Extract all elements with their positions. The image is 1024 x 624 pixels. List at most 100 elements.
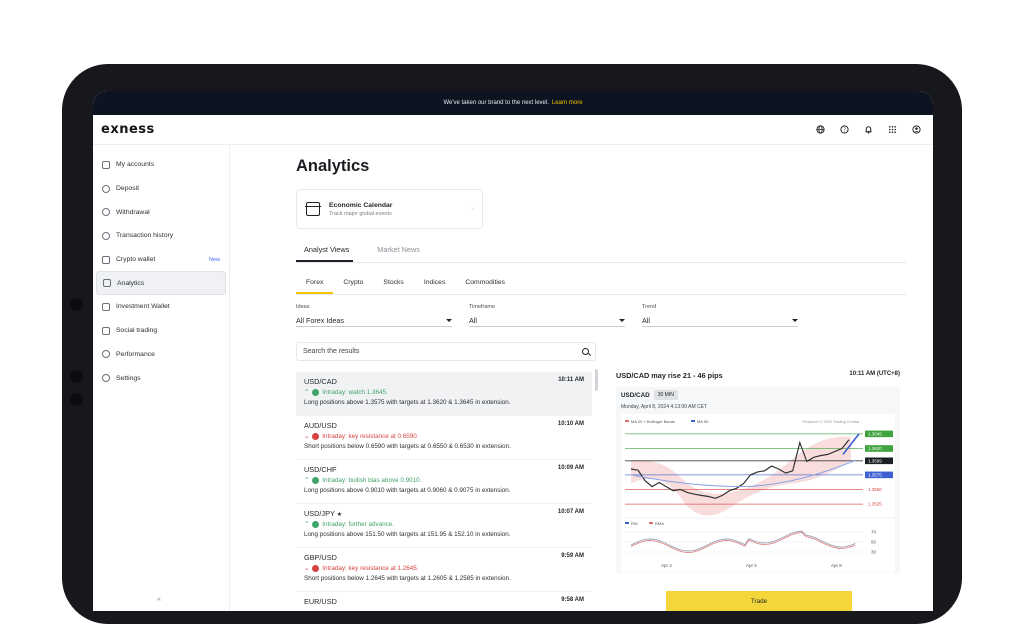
analytics-icon	[103, 279, 111, 288]
interval-badge: 30 MIN	[653, 390, 678, 400]
chevron-down-icon: ⌄	[304, 433, 310, 440]
idea-row[interactable]: USD/CHF 10:09 AM ⌃ Intraday: bullish bias a…	[296, 460, 592, 504]
withdrawal-icon	[102, 208, 110, 217]
subtab-stocks[interactable]: Stocks	[373, 275, 413, 294]
level-label: 1.3599	[868, 458, 882, 463]
legend-swatch	[625, 522, 629, 524]
sidebar-item-label: Performance	[116, 350, 155, 358]
globe-icon[interactable]	[816, 125, 825, 134]
sidebar-item-my-accounts[interactable]: My accounts	[93, 153, 229, 177]
collapse-sidebar-button[interactable]: «	[157, 596, 161, 603]
brand-logo[interactable]: exness	[101, 122, 155, 137]
accounts-icon	[102, 160, 110, 169]
subtab-forex[interactable]: Forex	[296, 275, 334, 294]
sidebar-item-deposit[interactable]: Deposit	[93, 177, 229, 201]
subtab-commodities[interactable]: Commodities	[455, 275, 515, 294]
page-title: Analytics	[296, 157, 370, 175]
tab-market-news[interactable]: Market News	[369, 241, 424, 262]
sidebar-item-investment-wallet[interactable]: Investment Wallet	[93, 295, 229, 319]
sidebar-item-withdrawal[interactable]: Withdrawal	[93, 200, 229, 224]
filter-value: All Forex Ideas	[296, 316, 344, 325]
idea-headline-line: ⌃ Intraday: watch 1.3645.	[304, 389, 584, 396]
idea-row[interactable]: USD/JPY ★ 10:07 AM ⌃ Intraday: further adva…	[296, 504, 592, 548]
idea-row[interactable]: EUR/USD 9:58 AM	[296, 592, 592, 611]
trade-button[interactable]: Trade	[666, 591, 852, 611]
idea-time: 9:58 AM	[561, 597, 584, 603]
idea-time: 10:11 AM	[558, 377, 584, 383]
detail-title: USD/CAD may rise 21 - 46 pips	[616, 371, 723, 380]
performance-icon	[102, 350, 110, 359]
sidebar-item-settings[interactable]: Settings	[93, 366, 229, 390]
idea-row[interactable]: GBP/USD 9:59 AM ⌄ Intraday: key resistance …	[296, 548, 592, 592]
idea-row[interactable]: AUD/USD 10:10 AM ⌄ Intraday: key resistance…	[296, 416, 592, 460]
top-bar: exness ?	[93, 115, 933, 145]
chevron-right-icon: ›	[471, 205, 474, 213]
screen: We've taken our brand to the next level.…	[93, 91, 933, 611]
chevron-down-icon	[446, 319, 452, 322]
star-icon[interactable]: ★	[337, 512, 342, 518]
sidebar-item-performance[interactable]: Performance	[93, 343, 229, 367]
investment-icon	[102, 302, 110, 311]
wallet-icon	[102, 255, 110, 264]
deposit-icon	[102, 184, 110, 193]
sidebar-item-label: Withdrawal	[116, 208, 150, 216]
help-icon[interactable]: ?	[840, 125, 849, 134]
chart-credit: Research © 2024 Trading Central	[802, 420, 859, 424]
filter-select[interactable]: All	[642, 315, 798, 327]
idea-time: 9:59 AM	[561, 553, 584, 559]
social-icon	[102, 326, 110, 335]
filter-select[interactable]: All Forex Ideas	[296, 315, 452, 327]
level-label: 1.3575	[868, 472, 882, 477]
banner-link[interactable]: Learn more	[552, 100, 583, 106]
sidebar-item-label: Deposit	[116, 185, 140, 193]
idea-time: 10:09 AM	[557, 465, 584, 471]
filter-trend: Trend All	[642, 304, 815, 327]
search-input[interactable]: Search the results	[296, 342, 596, 361]
level-label: 1.3645	[868, 431, 882, 436]
sidebar-item-crypto-wallet[interactable]: Crypto wallet New	[93, 248, 229, 272]
bell-icon[interactable]	[864, 125, 873, 134]
sidebar-item-label: Investment Wallet	[116, 303, 170, 311]
idea-headline-line: ⌃ Intraday: bullish bias above 0.9010.	[304, 477, 584, 484]
settings-icon	[102, 374, 110, 383]
bullish-icon	[312, 521, 320, 528]
idea-description: Long positions above 0.9010 with targets…	[304, 487, 511, 494]
tab-analyst-views[interactable]: Analyst Views	[296, 241, 354, 262]
sidebar-item-label: My accounts	[116, 161, 155, 169]
idea-headline-line: ⌄ Intraday: key resistance at 0.6590.	[304, 433, 584, 440]
list-scrollbar[interactable]	[595, 369, 598, 391]
filter-value: All	[469, 316, 477, 325]
idea-headline: Intraday: key resistance at 0.6590.	[322, 433, 419, 440]
filter-select[interactable]: All	[469, 315, 625, 327]
rsi-level-label: 30	[871, 550, 877, 555]
side-button	[70, 370, 83, 383]
chevron-up-icon: ⌃	[304, 477, 310, 484]
sidebar-item-label: Crypto wallet	[116, 256, 156, 264]
side-button	[70, 393, 83, 406]
sidebar-item-social-trading[interactable]: Social trading	[93, 319, 229, 343]
subtab-indices[interactable]: Indices	[414, 275, 456, 294]
view-tabs: Analyst Views Market News	[296, 241, 906, 263]
user-icon[interactable]	[912, 125, 921, 134]
bullish-icon	[312, 389, 320, 396]
sidebar-item-analytics[interactable]: Analytics	[96, 271, 226, 296]
idea-pair: AUD/USD	[304, 421, 337, 430]
search-icon[interactable]	[582, 348, 589, 355]
chart-bg	[621, 414, 895, 572]
economic-calendar-card[interactable]: Economic Calendar Track major global eve…	[296, 189, 483, 229]
price-chart: MA 20 + Bollinger Bands MA 50 Research © 2…	[621, 414, 895, 572]
legend-label: RSI	[631, 521, 638, 526]
idea-row[interactable]: USD/CAD 10:11 AM ⌃ Intraday: watch 1.3645. L…	[296, 372, 592, 416]
sidebar-item-transaction-history[interactable]: Transaction history	[93, 224, 229, 248]
idea-detail: USD/CAD may rise 21 - 46 pips 10:11 AM (…	[616, 371, 900, 573]
legend-label: RMA	[655, 521, 664, 526]
subtab-crypto[interactable]: Crypto	[333, 275, 373, 294]
filter-label: Trend	[642, 304, 657, 310]
filter-timeframe: Timeframe All	[469, 304, 642, 327]
sidebar: My accounts Deposit Withdrawal Transaction …	[93, 145, 230, 611]
apps-grid-icon[interactable]	[888, 125, 897, 134]
econ-title: Economic Calendar	[329, 201, 393, 209]
rsi-level-label: 50	[871, 540, 877, 545]
side-button	[70, 298, 83, 311]
x-tick-label: Apr 8	[831, 563, 842, 568]
